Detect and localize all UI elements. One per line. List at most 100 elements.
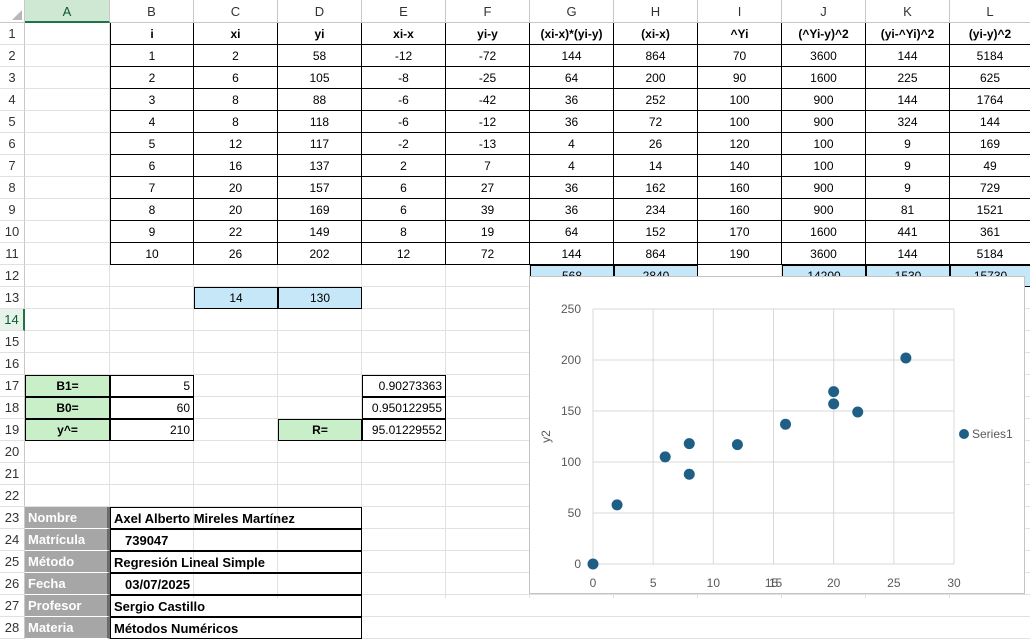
table-cell[interactable]: 5184 [950, 243, 1030, 265]
row-header-9[interactable]: 9 [0, 199, 25, 221]
info-label[interactable]: Materia [25, 617, 110, 639]
table-cell[interactable]: 12 [362, 243, 446, 265]
table-cell[interactable]: 36 [530, 111, 614, 133]
table-cell[interactable]: 16 [194, 155, 278, 177]
table-cell[interactable]: -12 [446, 111, 530, 133]
row-header-15[interactable]: 15 [0, 331, 25, 353]
row-header-4[interactable]: 4 [0, 89, 25, 111]
table-cell[interactable]: 26 [194, 243, 278, 265]
row-header-26[interactable]: 26 [0, 573, 25, 595]
table-cell[interactable]: 6 [110, 155, 194, 177]
table-cell[interactable]: 137 [278, 155, 362, 177]
mean-y-cell[interactable]: 130 [278, 287, 362, 309]
table-cell[interactable]: 144 [866, 243, 950, 265]
r-squared-value[interactable]: 0.90273363 [362, 375, 446, 397]
correlation-value[interactable]: 0.950122955 [362, 397, 446, 419]
table-cell[interactable]: -6 [362, 111, 446, 133]
table-cell[interactable]: 900 [782, 111, 866, 133]
table-cell[interactable]: 169 [950, 133, 1030, 155]
table-header[interactable]: (yi-y)^2 [950, 23, 1030, 45]
table-cell[interactable]: 36 [530, 89, 614, 111]
table-cell[interactable]: 324 [866, 111, 950, 133]
table-cell[interactable]: 1521 [950, 199, 1030, 221]
table-header[interactable]: yi [278, 23, 362, 45]
table-cell[interactable]: -2 [362, 133, 446, 155]
row-header-17[interactable]: 17 [0, 375, 25, 397]
table-cell[interactable]: 900 [782, 199, 866, 221]
table-cell[interactable]: 2 [194, 45, 278, 67]
table-cell[interactable]: 144 [530, 243, 614, 265]
table-cell[interactable]: 27 [446, 177, 530, 199]
info-value[interactable]: Sergio Castillo [110, 595, 362, 617]
table-cell[interactable]: 1600 [782, 221, 866, 243]
table-cell[interactable]: 36 [530, 199, 614, 221]
r-label[interactable]: R= [278, 419, 362, 441]
table-cell[interactable]: 170 [698, 221, 782, 243]
row-header-18[interactable]: 18 [0, 397, 25, 419]
table-cell[interactable]: 234 [614, 199, 698, 221]
yhat-label[interactable]: y^= [25, 419, 110, 441]
info-label[interactable]: Fecha [25, 573, 110, 595]
table-cell[interactable]: 900 [782, 89, 866, 111]
table-cell[interactable]: 81 [866, 199, 950, 221]
table-cell[interactable]: 900 [782, 177, 866, 199]
column-header-b[interactable]: B [110, 0, 194, 23]
table-cell[interactable]: 118 [278, 111, 362, 133]
row-header-23[interactable]: 23 [0, 507, 25, 529]
info-value[interactable]: Regresión Lineal Simple [110, 551, 362, 573]
table-cell[interactable]: 169 [278, 199, 362, 221]
r-percent-value[interactable]: 95.01229552 [362, 419, 446, 441]
row-header-27[interactable]: 27 [0, 595, 25, 617]
table-cell[interactable]: 202 [278, 243, 362, 265]
row-header-1[interactable]: 1 [0, 23, 25, 45]
table-cell[interactable]: -25 [446, 67, 530, 89]
table-cell[interactable]: 20 [194, 199, 278, 221]
row-header-11[interactable]: 11 [0, 243, 25, 265]
yhat-value[interactable]: 210 [110, 419, 194, 441]
table-header[interactable]: yi-y [446, 23, 530, 45]
table-cell[interactable]: 58 [278, 45, 362, 67]
table-cell[interactable]: 864 [614, 45, 698, 67]
table-cell[interactable]: 157 [278, 177, 362, 199]
column-header-a[interactable]: A [25, 0, 110, 23]
column-header-d[interactable]: D [278, 0, 362, 23]
table-cell[interactable]: 72 [614, 111, 698, 133]
table-cell[interactable]: 100 [698, 111, 782, 133]
table-header[interactable]: ^Yi [698, 23, 782, 45]
table-cell[interactable]: 6 [362, 177, 446, 199]
column-header-e[interactable]: E [362, 0, 446, 23]
info-label[interactable]: Profesor [25, 595, 110, 617]
table-cell[interactable]: 9 [866, 155, 950, 177]
table-cell[interactable]: 1 [110, 45, 194, 67]
info-label[interactable]: Nombre [25, 507, 110, 529]
table-header[interactable]: xi-x [362, 23, 446, 45]
column-header-l[interactable]: L [950, 0, 1030, 23]
table-cell[interactable]: 7 [110, 177, 194, 199]
table-cell[interactable]: -72 [446, 45, 530, 67]
table-cell[interactable]: 152 [614, 221, 698, 243]
table-cell[interactable]: -6 [362, 89, 446, 111]
table-cell[interactable]: -12 [362, 45, 446, 67]
table-cell[interactable]: 225 [866, 67, 950, 89]
table-header[interactable]: xi [194, 23, 278, 45]
table-cell[interactable]: 4 [530, 133, 614, 155]
table-header[interactable]: (xi-x) [614, 23, 698, 45]
column-header-g[interactable]: G [530, 0, 614, 23]
row-header-14[interactable]: 14 [0, 309, 25, 331]
info-value[interactable]: 739047 [110, 529, 362, 551]
row-header-7[interactable]: 7 [0, 155, 25, 177]
table-cell[interactable]: 3600 [782, 243, 866, 265]
table-cell[interactable]: -42 [446, 89, 530, 111]
row-header-8[interactable]: 8 [0, 177, 25, 199]
table-header[interactable]: (xi-x)*(yi-y) [530, 23, 614, 45]
info-value[interactable]: Axel Alberto Mireles Martínez [110, 507, 362, 529]
table-cell[interactable]: 1764 [950, 89, 1030, 111]
table-cell[interactable]: 144 [950, 111, 1030, 133]
table-cell[interactable]: 8 [194, 111, 278, 133]
table-cell[interactable]: 100 [782, 155, 866, 177]
info-label[interactable]: Método [25, 551, 110, 573]
row-header-24[interactable]: 24 [0, 529, 25, 551]
table-cell[interactable]: 2 [110, 67, 194, 89]
table-header[interactable]: (yi-^Yi)^2 [866, 23, 950, 45]
row-header-25[interactable]: 25 [0, 551, 25, 573]
